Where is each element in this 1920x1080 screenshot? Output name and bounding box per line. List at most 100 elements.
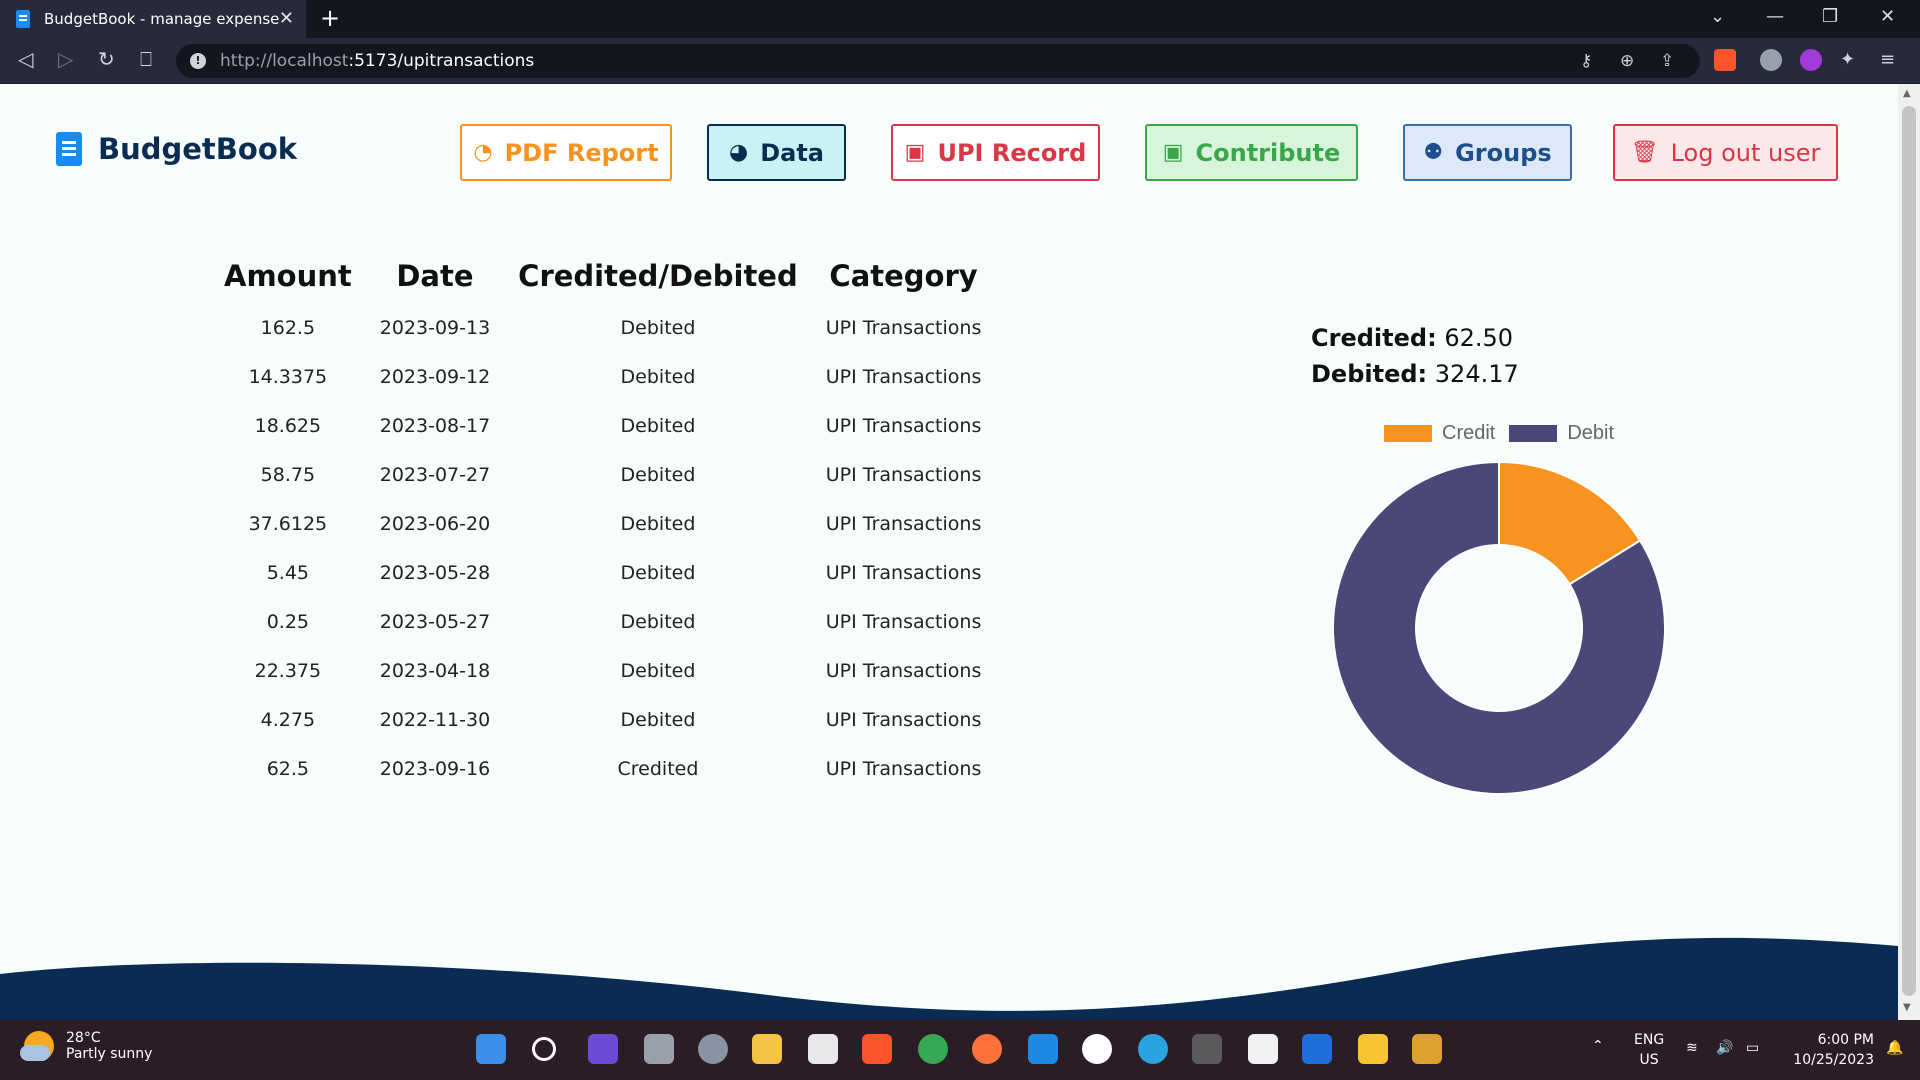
- extension-purple-icon[interactable]: [1800, 49, 1822, 71]
- tab-list-chevron-icon[interactable]: ⌄: [1710, 6, 1725, 27]
- credit-debit-donut-chart[interactable]: [1331, 460, 1667, 796]
- weather-widget[interactable]: 28°C Partly sunny: [20, 1030, 152, 1062]
- file-explorer-icon[interactable]: [752, 1034, 782, 1064]
- table-header-row: Amount Date Credited/Debited Category: [210, 259, 995, 303]
- new-tab-button[interactable]: +: [320, 4, 340, 32]
- microsoft-store-icon[interactable]: [808, 1034, 838, 1064]
- cell-date: 2023-08-17: [379, 414, 491, 437]
- pdf-report-button[interactable]: ◔ PDF Report: [460, 124, 672, 181]
- cell-type: Debited: [620, 561, 696, 584]
- totals-summary: Credited: 62.50 Debited: 324.17: [1311, 320, 1519, 392]
- cell-category: UPI Transactions: [825, 708, 982, 731]
- legend-label-credit[interactable]: Credit: [1442, 422, 1495, 445]
- key-icon[interactable]: ⚷: [1580, 51, 1592, 71]
- app-icon-3[interactable]: [1412, 1034, 1442, 1064]
- page-scrollbar[interactable]: ▲ ▼: [1898, 84, 1920, 1020]
- share-icon[interactable]: ⇪: [1660, 51, 1674, 71]
- trash-icon: 🗑: [1630, 140, 1659, 165]
- cell-date: 2023-06-20: [379, 512, 491, 535]
- cell-amount: 14.3375: [248, 365, 328, 388]
- logout-button[interactable]: 🗑 Log out user: [1613, 124, 1838, 181]
- browser-tab[interactable]: BudgetBook - manage expenses ✕: [0, 0, 306, 38]
- header-category: Category: [829, 259, 978, 293]
- wifi-icon[interactable]: ≋: [1686, 1038, 1698, 1058]
- cell-type: Credited: [617, 757, 699, 780]
- table-row: 18.625 2023-08-17 Debited UPI Transactions: [210, 401, 995, 450]
- cell-type: Debited: [620, 610, 696, 633]
- notification-bell-icon[interactable]: 🔔: [1886, 1038, 1903, 1058]
- menu-icon[interactable]: ≡: [1880, 49, 1902, 71]
- zoom-icon[interactable]: ⊕: [1620, 51, 1634, 71]
- settings-gear-icon[interactable]: [698, 1034, 728, 1064]
- contribute-button[interactable]: ▣ Contribute: [1145, 124, 1358, 181]
- app-icon-2[interactable]: [1248, 1034, 1278, 1064]
- cell-category: UPI Transactions: [825, 365, 982, 388]
- cell-category: UPI Transactions: [825, 561, 982, 584]
- cell-amount: 58.75: [260, 463, 316, 486]
- footer-wave: [0, 937, 1898, 1020]
- task-view-icon[interactable]: [644, 1034, 674, 1064]
- browser-tab-bar: BudgetBook - manage expenses ✕ + ⌄ — ❐ ✕: [0, 0, 1920, 38]
- scroll-down-icon[interactable]: ▼: [1903, 1002, 1911, 1013]
- reload-icon[interactable]: ↻: [98, 47, 115, 71]
- cell-category: UPI Transactions: [825, 463, 982, 486]
- transactions-table: Amount Date Credited/Debited Category 16…: [210, 259, 995, 793]
- wireshark-icon[interactable]: [1302, 1034, 1332, 1064]
- close-window-icon[interactable]: ✕: [1880, 6, 1895, 27]
- vscode-icon[interactable]: [1028, 1034, 1058, 1064]
- table-row: 14.3375 2023-09-12 Debited UPI Transactions: [210, 352, 995, 401]
- data-button[interactable]: ◕ Data: [707, 124, 846, 181]
- brave-browser-icon[interactable]: [862, 1034, 892, 1064]
- bookmark-icon[interactable]: ⎕: [140, 47, 152, 71]
- brave-shield-icon[interactable]: [1714, 49, 1736, 71]
- cell-category: UPI Transactions: [825, 316, 982, 339]
- volume-icon[interactable]: 🔊: [1716, 1038, 1733, 1058]
- close-tab-icon[interactable]: ✕: [279, 8, 294, 29]
- legend-swatch-debit[interactable]: [1509, 425, 1558, 442]
- firefox-icon[interactable]: [972, 1034, 1002, 1064]
- app-icon[interactable]: [1192, 1034, 1222, 1064]
- partly-sunny-icon: [20, 1031, 54, 1061]
- cell-date: 2023-09-13: [379, 316, 491, 339]
- mongodb-icon[interactable]: [1082, 1034, 1112, 1064]
- extension-glasses-icon[interactable]: [1760, 49, 1782, 71]
- brand-logo[interactable]: BudgetBook: [56, 132, 297, 166]
- scroll-thumb[interactable]: [1902, 106, 1916, 996]
- hidden-icons-chevron-icon[interactable]: ⌃: [1592, 1036, 1604, 1056]
- page-content: BudgetBook ◔ PDF Report ◕ Data ▣ UPI Rec…: [0, 84, 1898, 1020]
- upi-record-button[interactable]: ▣ UPI Record: [891, 124, 1100, 181]
- telegram-icon[interactable]: [1138, 1034, 1168, 1064]
- battery-icon[interactable]: ▭: [1746, 1038, 1759, 1058]
- cell-date: 2023-07-27: [379, 463, 491, 486]
- groups-button[interactable]: ⚉ Groups: [1403, 124, 1572, 181]
- cell-amount: 18.625: [254, 414, 322, 437]
- scroll-up-icon[interactable]: ▲: [1903, 88, 1911, 99]
- table-row: 162.5 2023-09-13 Debited UPI Transactions: [210, 303, 995, 352]
- brand-name: BudgetBook: [98, 132, 298, 166]
- clock[interactable]: 6:00 PM 10/25/2023: [1784, 1030, 1874, 1070]
- contribute-label: Contribute: [1195, 138, 1341, 167]
- search-icon[interactable]: [532, 1037, 556, 1061]
- copilot-icon[interactable]: [588, 1034, 618, 1064]
- start-windows-icon[interactable]: [476, 1034, 506, 1064]
- money-icon: ▣: [904, 140, 926, 165]
- cell-amount: 5.45: [266, 561, 310, 584]
- restore-window-icon[interactable]: ❐: [1822, 6, 1838, 27]
- minimize-window-icon[interactable]: —: [1766, 6, 1784, 27]
- legend-label-debit[interactable]: Debit: [1567, 422, 1614, 445]
- site-info-icon[interactable]: !: [190, 53, 206, 69]
- address-bar[interactable]: ! http://localhost:5173/upitransactions …: [176, 44, 1700, 78]
- data-label: Data: [760, 138, 824, 167]
- legend-swatch-credit[interactable]: [1384, 425, 1432, 442]
- language-indicator[interactable]: ENG US: [1634, 1030, 1664, 1070]
- tab-title: BudgetBook - manage expenses: [44, 10, 280, 28]
- pie-chart-icon: ◕: [729, 140, 749, 165]
- upi-record-label: UPI Record: [937, 138, 1087, 167]
- table-row: 5.45 2023-05-28 Debited UPI Transactions: [210, 548, 995, 597]
- extensions-puzzle-icon[interactable]: ✦: [1840, 49, 1862, 71]
- cell-type: Debited: [620, 365, 696, 388]
- chrome-icon[interactable]: [918, 1034, 948, 1064]
- back-icon[interactable]: ◁: [18, 47, 33, 71]
- star-app-icon[interactable]: [1358, 1034, 1388, 1064]
- forward-icon[interactable]: ▷: [58, 47, 73, 71]
